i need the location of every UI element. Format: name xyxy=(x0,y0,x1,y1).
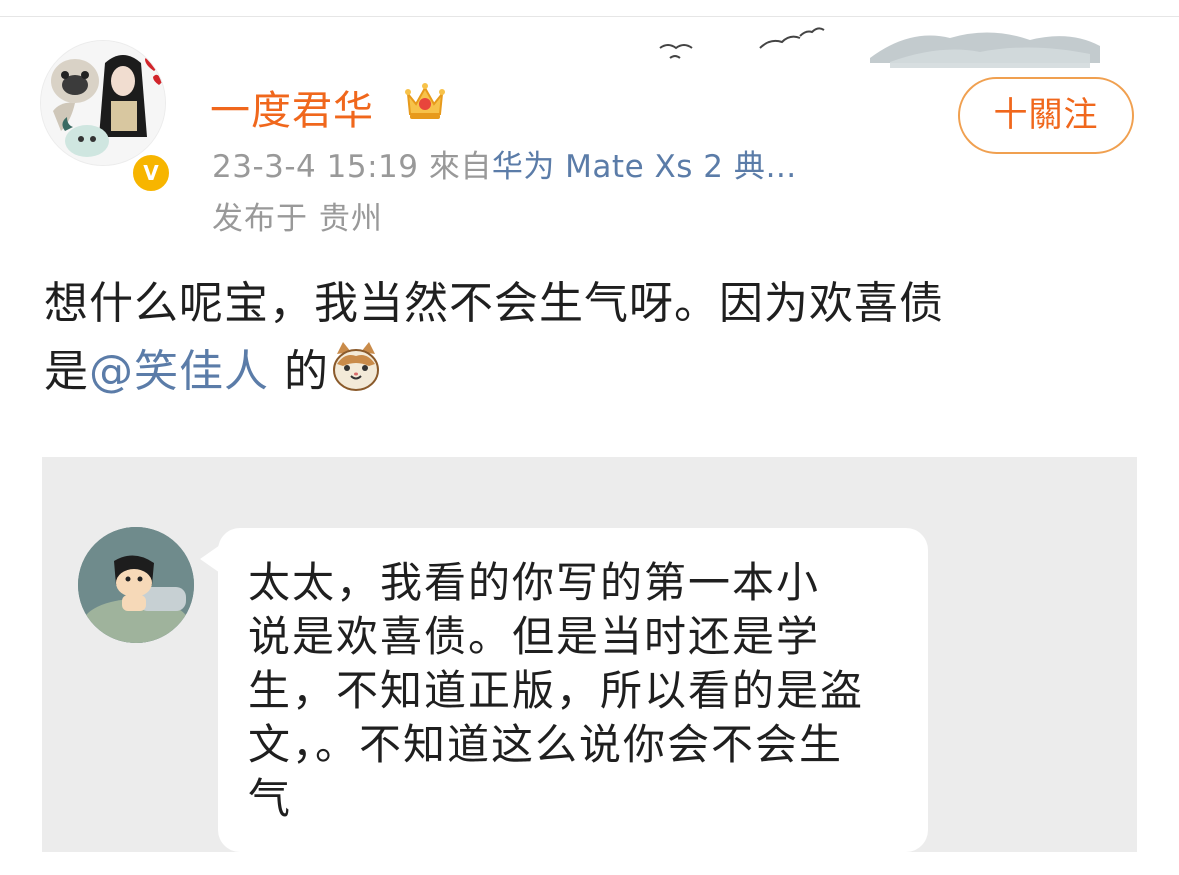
crown-icon xyxy=(405,83,445,119)
cat-emoji-icon xyxy=(333,342,379,391)
source-prefix: 來自 xyxy=(428,149,492,185)
post-timestamp: 23-3-4 15:19 xyxy=(212,149,419,185)
post-source-link[interactable]: 华为 Mate Xs 2 典… xyxy=(492,149,797,185)
post-text-suffix: 的 xyxy=(269,346,329,397)
chat-bubble-tail xyxy=(200,545,220,573)
post-body: 想什么呢宝，我当然不会生气呀。因为欢喜债 是@笑佳人 的 xyxy=(44,270,1144,406)
post-text-prefix: 是 xyxy=(44,346,89,397)
top-divider xyxy=(0,16,1179,17)
post-meta: 23-3-4 15:19 來自华为 Mate Xs 2 典… xyxy=(212,141,797,186)
user-name[interactable]: 一度君华 xyxy=(210,78,374,136)
ink-landscape-decoration xyxy=(659,27,1100,68)
avatar-image xyxy=(40,40,166,166)
post-location: 发布于 贵州 xyxy=(212,201,383,237)
user-avatar[interactable]: V xyxy=(36,38,172,194)
follow-button[interactable]: 十關注 xyxy=(958,77,1134,154)
post-text-line-1: 想什么呢宝，我当然不会生气呀。因为欢喜债 xyxy=(44,278,944,329)
post-text-line-2: 是@笑佳人 的 xyxy=(44,338,1144,406)
mention-link[interactable]: @笑佳人 xyxy=(89,346,269,397)
verified-badge-icon: V xyxy=(130,152,172,194)
chat-avatar xyxy=(78,527,194,643)
quoted-message-text: 太太，我看的你写的第一本小 说是欢喜债。但是当时还是学 生，不知道正版，所以看的… xyxy=(248,558,865,823)
